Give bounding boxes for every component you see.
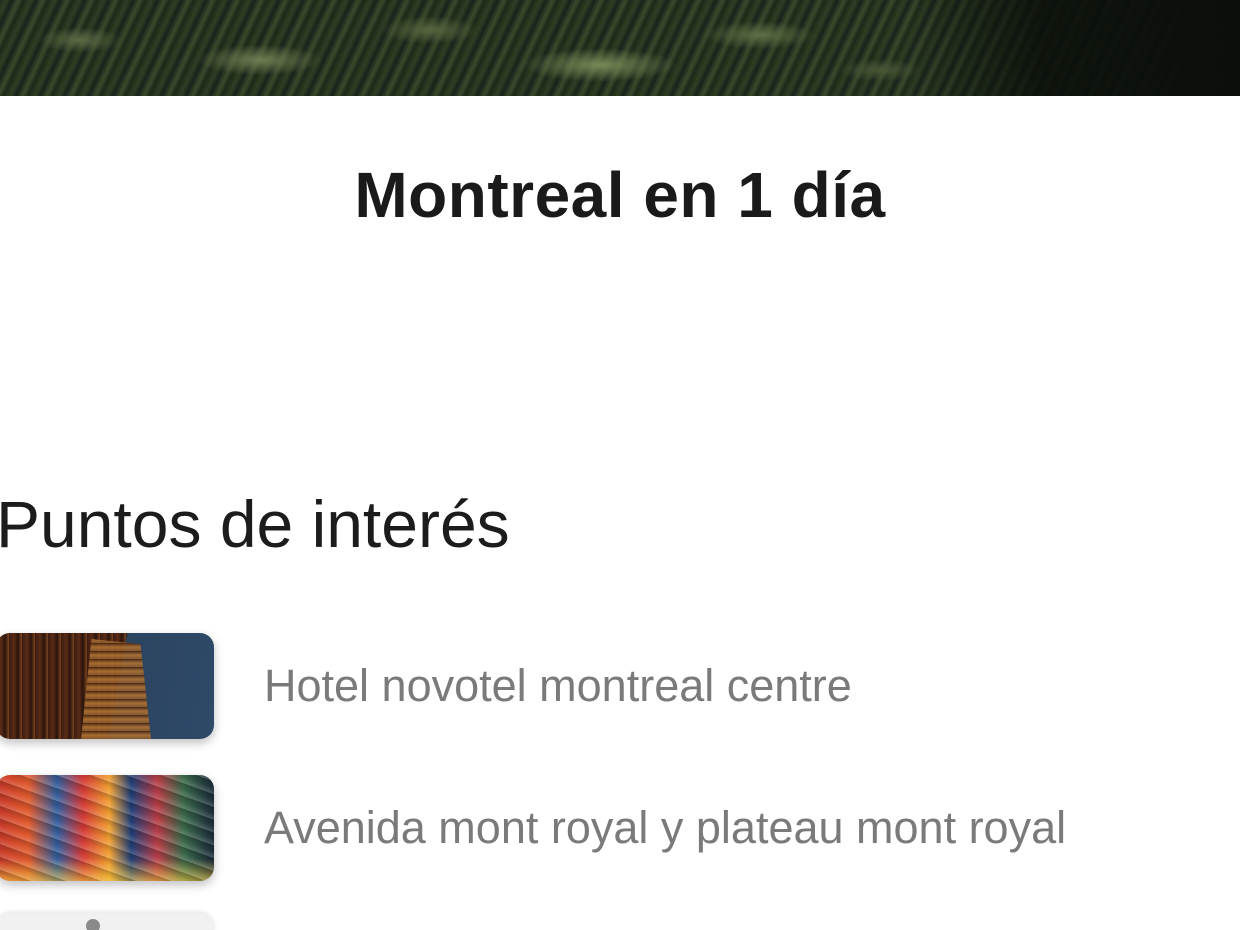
poi-label[interactable]: Avenida mont royal y plateau mont royal bbox=[264, 802, 1066, 854]
poi-label[interactable]: Hotel novotel montreal centre bbox=[264, 660, 852, 712]
points-of-interest-list: Hotel novotel montreal centre Avenida mo… bbox=[0, 633, 1240, 917]
hero-image bbox=[0, 0, 1240, 96]
poi-item-hotel-novotel[interactable]: Hotel novotel montreal centre bbox=[0, 633, 1240, 739]
poi-thumbnail-mont-royal[interactable] bbox=[0, 775, 214, 881]
poi-thumbnail-hotel[interactable] bbox=[0, 633, 214, 739]
app-screen: Montreal en 1 día Puntos de interés Hote… bbox=[0, 0, 1240, 930]
points-of-interest-heading: Puntos de interés bbox=[0, 487, 510, 561]
poi-thumbnail-next-partial[interactable] bbox=[0, 913, 214, 930]
page-title: Montreal en 1 día bbox=[354, 159, 886, 231]
poi-item-mont-royal[interactable]: Avenida mont royal y plateau mont royal bbox=[0, 775, 1240, 881]
